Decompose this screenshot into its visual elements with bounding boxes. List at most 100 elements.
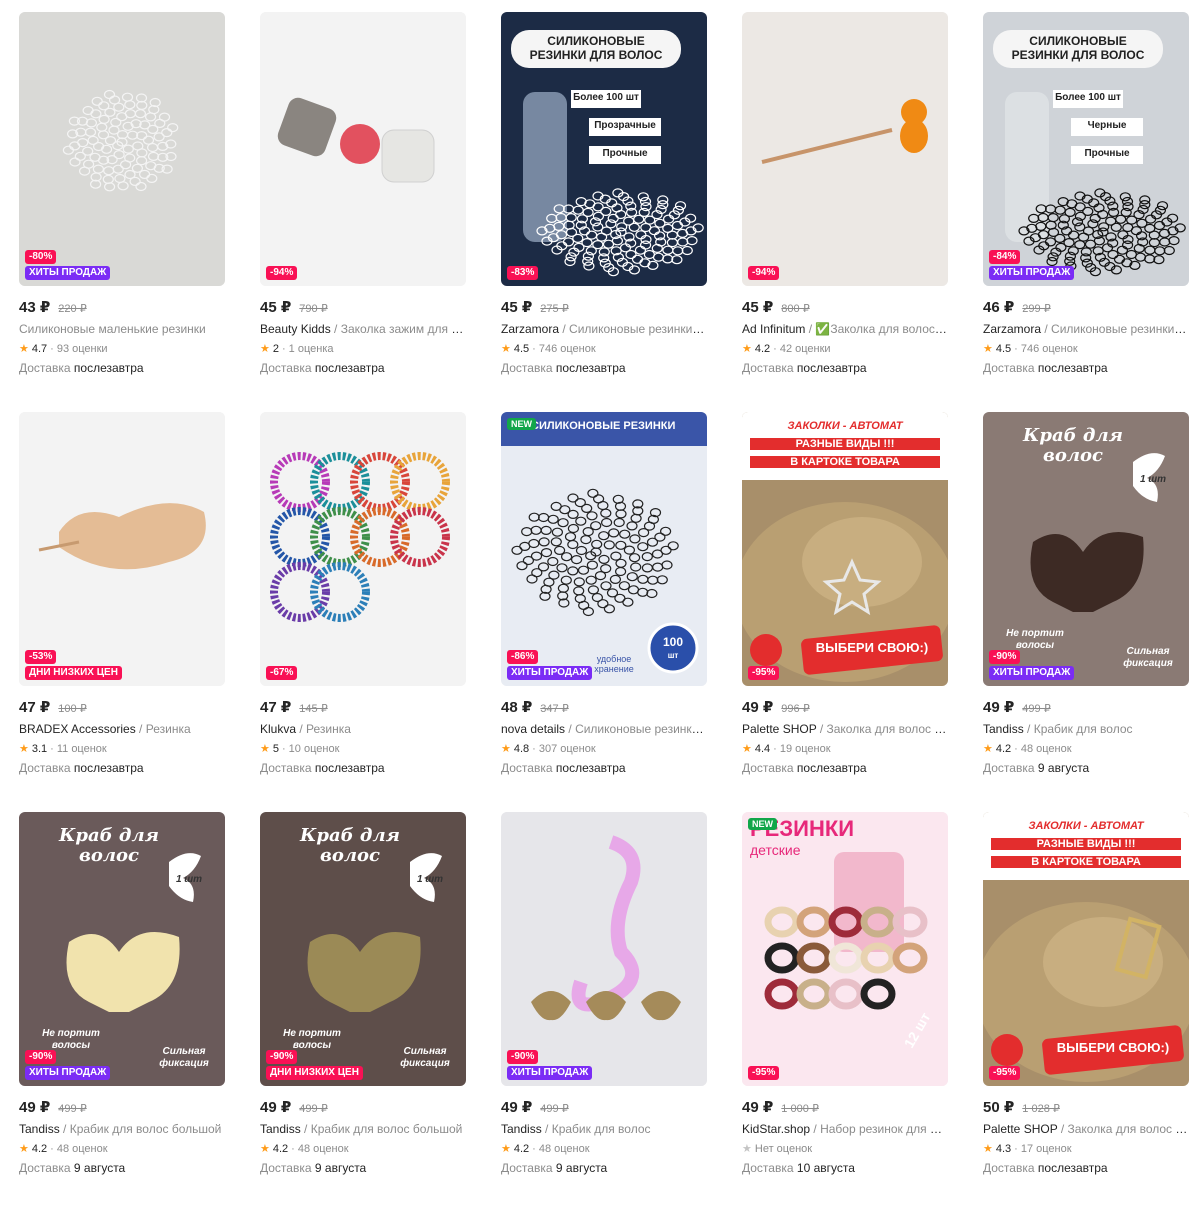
rating-value: 4.2 <box>272 1142 289 1155</box>
product-image[interactable]: -94% <box>742 12 948 286</box>
rating-value: 4.3 <box>995 1142 1012 1155</box>
product-title[interactable]: Tandiss / Крабик для волос <box>983 722 1189 736</box>
product-description: Резинка <box>306 722 351 736</box>
product-image[interactable]: СИЛИКОНОВЫЕ РЕЗИНКИ ДЛЯ ВОЛОС Более 100 шт… <box>501 12 707 286</box>
rating-value: 3.1 <box>31 742 48 755</box>
rating-value: 4.2 <box>31 1142 48 1155</box>
old-price: 100 ₽ <box>58 703 87 715</box>
brand-name: Tandiss <box>260 1122 301 1136</box>
title-separator: / <box>59 1122 70 1136</box>
product-card[interactable]: Краб для волос 1 шт Не портит волосы Сильная ф… <box>260 812 466 1212</box>
product-card[interactable]: ЗАКОЛКИ - АВТОМАТ РАЗНЫЕ ВИДЫ !!! В КАРТОК… <box>983 812 1189 1212</box>
rating-value: 4.4 <box>754 742 771 755</box>
image-label: В КАРТОКЕ ТОВАРА <box>750 456 940 468</box>
discount-badge: -83% <box>507 266 539 280</box>
product-card[interactable]: -90% ХИТЫ ПРОДАЖ 49 ₽ 499 ₽ Tandiss / Кра… <box>501 812 707 1212</box>
delivery-date: 9 августа <box>314 1161 367 1175</box>
star-icon: ★ <box>501 743 511 755</box>
delivery-info: Доставка послезавтра <box>260 361 466 375</box>
image-label: Не портит волосы <box>283 1028 341 1051</box>
brand-name: Beauty Kidds <box>260 322 331 336</box>
product-image[interactable]: РЕЗИНКИ детские 12 шт NEW -95% <box>742 812 948 1086</box>
title-separator: / <box>296 722 307 736</box>
product-title[interactable]: Klukva / Резинка <box>260 722 466 736</box>
old-price: 499 ₽ <box>299 1103 328 1115</box>
product-image[interactable]: -90% ХИТЫ ПРОДАЖ <box>501 812 707 1086</box>
product-description: ✅Заколка для волос невидимка <box>815 322 948 336</box>
product-image[interactable]: СИЛИКОНОВЫЕ РЕЗИНКИ 100 шт удобное хранение… <box>501 412 707 686</box>
delivery-info: Доставка 10 августа <box>742 1161 948 1175</box>
product-image[interactable]: СИЛИКОНОВЫЕ РЕЗИНКИ ДЛЯ ВОЛОС Более 100 шт… <box>983 12 1189 286</box>
product-title[interactable]: Tandiss / Крабик для волос <box>501 1122 707 1136</box>
product-card[interactable]: СИЛИКОНОВЫЕ РЕЗИНКИ 100 шт удобное хранение… <box>501 412 707 812</box>
image-label: Не портит волосы <box>1006 628 1064 651</box>
product-image[interactable]: -94% <box>260 12 466 286</box>
badge-stack: -80% ХИТЫ ПРОДАЖ <box>25 250 111 280</box>
review-count: Нет оценок <box>754 1142 813 1155</box>
product-title[interactable]: Palette SHOP / Заколка для волос золотая <box>983 1122 1189 1136</box>
brand-name: Tandiss <box>19 1122 60 1136</box>
image-cta: ВЫБЕРИ СВОЮ:) <box>815 640 929 655</box>
product-image[interactable]: -67% <box>260 412 466 686</box>
product-card[interactable]: -67% 47 ₽ 145 ₽ Klukva / Резинка ★ 5 · 10… <box>260 412 466 812</box>
rating-dot: · <box>532 742 536 755</box>
title-separator: / <box>135 722 146 736</box>
product-card[interactable]: СИЛИКОНОВЫЕ РЕЗИНКИ ДЛЯ ВОЛОС Более 100 шт… <box>501 12 707 412</box>
badge-stack: -83% <box>507 266 539 280</box>
promo-badge: ХИТЫ ПРОДАЖ <box>25 1066 111 1080</box>
delivery-date: послезавтра <box>1037 361 1108 375</box>
product-image[interactable]: -80% ХИТЫ ПРОДАЖ <box>19 12 225 286</box>
product-image[interactable]: Краб для волос 1 шт Не портит волосы Сильная ф… <box>19 812 225 1086</box>
rating-row: ★ 4.5 · 746 оценок <box>501 342 707 356</box>
image-label: Прочные <box>602 148 648 159</box>
title-separator: / <box>1057 1122 1068 1136</box>
product-card[interactable]: Краб для волос 1 шт Не портит волосы Сильная ф… <box>983 412 1189 812</box>
product-title[interactable]: Beauty Kidds / Заколка зажим для волос <box>260 322 466 336</box>
product-card[interactable]: СИЛИКОНОВЫЕ РЕЗИНКИ ДЛЯ ВОЛОС Более 100 шт… <box>983 12 1189 412</box>
product-image[interactable]: Краб для волос 1 шт Не портит волосы Сильная ф… <box>983 412 1189 686</box>
product-image[interactable]: ЗАКОЛКИ - АВТОМАТ РАЗНЫЕ ВИДЫ !!! В КАРТОК… <box>983 812 1189 1086</box>
product-card[interactable]: ЗАКОЛКИ - АВТОМАТ РАЗНЫЕ ВИДЫ !!! В КАРТОК… <box>742 412 948 812</box>
image-label: РАЗНЫЕ ВИДЫ !!! <box>991 838 1181 850</box>
product-card[interactable]: -80% ХИТЫ ПРОДАЖ 43 ₽ 220 ₽ Силиконовые м… <box>19 12 225 412</box>
delivery-date: послезавтра <box>73 761 144 775</box>
product-description: Силиконовые резинки для волос <box>1051 322 1189 336</box>
discount-badge: -53% <box>25 650 57 664</box>
delivery-info: Доставка послезавтра <box>501 361 707 375</box>
product-card[interactable]: -53% ДНИ НИЗКИХ ЦЕН 47 ₽ 100 ₽ BRADEX Acc… <box>19 412 225 812</box>
product-title[interactable]: Palette SHOP / Заколка для волос звезда <box>742 722 948 736</box>
product-title[interactable]: BRADEX Accessories / Резинка <box>19 722 225 736</box>
promo-badge: ХИТЫ ПРОДАЖ <box>989 666 1075 680</box>
star-icon: ★ <box>19 343 29 355</box>
discount-badge: -90% <box>25 1050 57 1064</box>
product-card[interactable]: -94% 45 ₽ 800 ₽ Ad Infinitum / ✅Заколка … <box>742 12 948 412</box>
price-row: 47 ₽ 100 ₽ <box>19 698 225 716</box>
product-image[interactable]: ЗАКОЛКИ - АВТОМАТ РАЗНЫЕ ВИДЫ !!! В КАРТОК… <box>742 412 948 686</box>
rating-dot: · <box>532 342 536 355</box>
product-title[interactable]: nova details / Силиконовые резинки для в… <box>501 722 707 736</box>
product-title[interactable]: Tandiss / Крабик для волос большой <box>260 1122 466 1136</box>
product-title[interactable]: Zarzamora / Силиконовые резинки для воло… <box>501 322 707 336</box>
delivery-info: Доставка послезавтра <box>19 361 225 375</box>
image-headline: Краб для волос <box>1023 425 1123 466</box>
discount-badge: -84% <box>989 250 1021 264</box>
image-label: Черные <box>1087 120 1127 131</box>
title-separator: / <box>816 722 827 736</box>
old-price: 220 ₽ <box>58 303 87 315</box>
badge-stack: -94% <box>266 266 298 280</box>
product-card[interactable]: РЕЗИНКИ детские 12 шт NEW -95% 49 ₽ 1 000 ₽… <box>742 812 948 1212</box>
delivery-label: Доставка <box>501 1161 553 1175</box>
product-title[interactable]: Zarzamora / Силиконовые резинки для воло… <box>983 322 1189 336</box>
product-title[interactable]: KidStar.shop / Набор резинок для волос <box>742 1122 948 1136</box>
product-title[interactable]: Ad Infinitum / ✅Заколка для волос невиди… <box>742 322 948 336</box>
product-description: Заколка для волос звезда <box>826 722 949 736</box>
old-price: 800 ₽ <box>781 303 810 315</box>
product-image[interactable]: Краб для волос 1 шт Не портит волосы Сильная ф… <box>260 812 466 1086</box>
product-card[interactable]: Краб для волос 1 шт Не портит волосы Сильная ф… <box>19 812 225 1212</box>
product-title[interactable]: Силиконовые маленькие резинки <box>19 322 225 336</box>
star-icon: ★ <box>742 343 752 355</box>
product-title[interactable]: Tandiss / Крабик для волос большой <box>19 1122 225 1136</box>
rating-value: 4.2 <box>754 342 771 355</box>
product-card[interactable]: -94% 45 ₽ 790 ₽ Beauty Kidds / Заколка з… <box>260 12 466 412</box>
product-image[interactable]: -53% ДНИ НИЗКИХ ЦЕН <box>19 412 225 686</box>
